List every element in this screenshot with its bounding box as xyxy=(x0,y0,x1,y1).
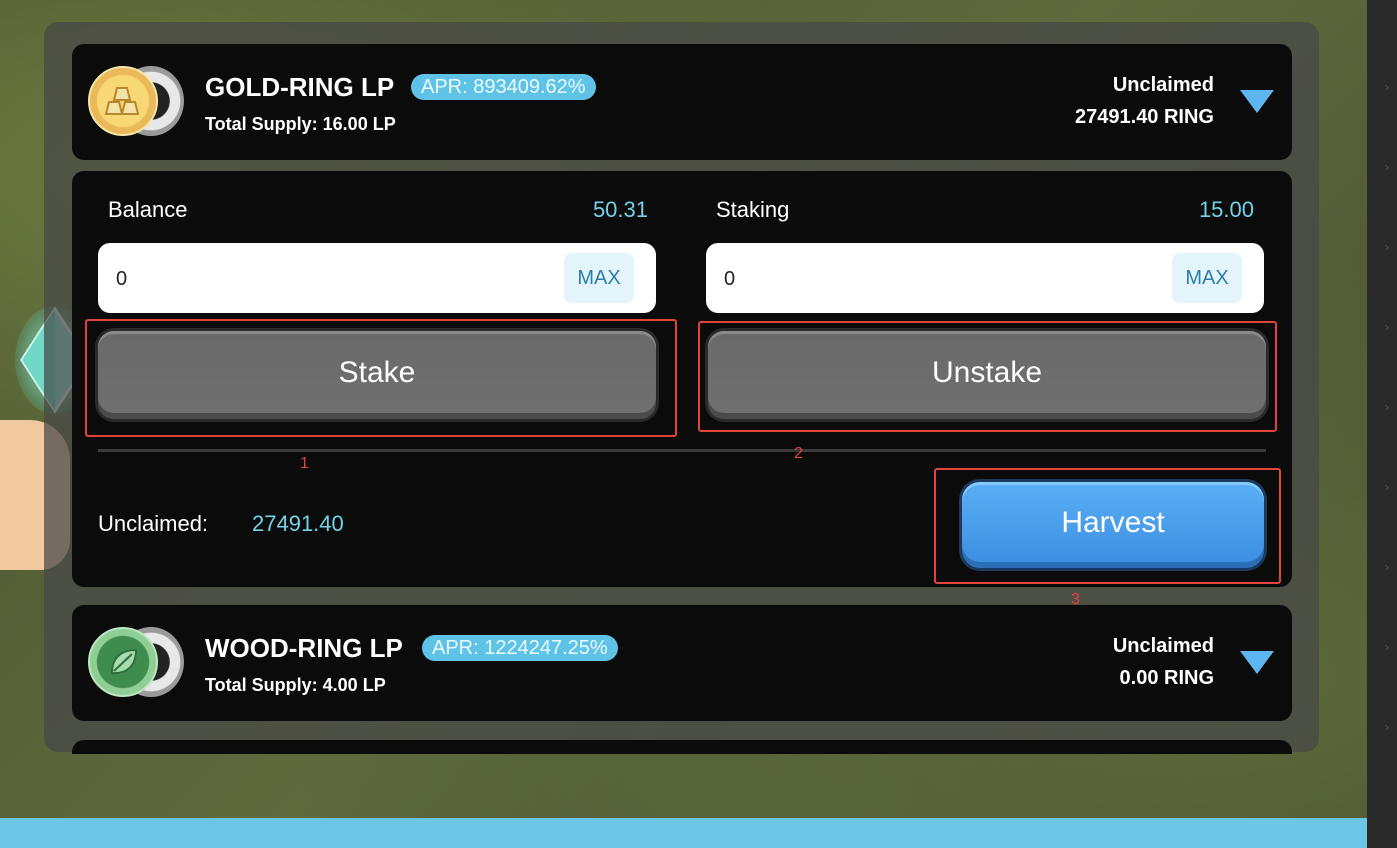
annotation-number-2: 2 xyxy=(794,445,803,462)
collapse-triangle-icon[interactable] xyxy=(1238,86,1276,116)
staking-label: Staking xyxy=(716,197,790,222)
unstake-amount-input[interactable] xyxy=(722,263,1146,295)
unclaimed-value: 0.00 RING xyxy=(1119,667,1214,689)
farm-header-gold-ring[interactable]: GOLD-RING LP APR: 893409.62% Total Suppl… xyxy=(72,44,1292,160)
total-supply: Total Supply: 4.00 LP xyxy=(205,675,386,695)
gold-bars-icon xyxy=(88,66,158,136)
expand-triangle-icon[interactable] xyxy=(1238,647,1276,677)
staking-value: 15.00 xyxy=(1198,197,1254,222)
gold-ring-lp-icon xyxy=(88,66,184,136)
farm-name: WOOD-RING LP xyxy=(205,633,403,663)
unclaimed-value: 27491.40 RING xyxy=(1075,106,1214,128)
balance-value: 50.31 xyxy=(592,197,648,222)
divider xyxy=(98,449,1266,452)
stake-max-button[interactable]: MAX xyxy=(564,253,634,303)
stake-amount-field[interactable]: MAX xyxy=(98,243,656,313)
apr-badge: APR: 893409.62% xyxy=(411,74,596,100)
stake-amount-input[interactable] xyxy=(114,263,538,295)
farm-name: GOLD-RING LP xyxy=(205,72,395,102)
bottom-bar xyxy=(0,818,1367,848)
unclaimed-label: Unclaimed: xyxy=(98,511,209,536)
annotation-box-1 xyxy=(85,319,677,437)
total-supply: Total Supply: 16.00 LP xyxy=(205,114,396,134)
next-farm-card xyxy=(72,740,1292,754)
unclaimed-label: Unclaimed xyxy=(1112,74,1214,96)
unstake-max-button[interactable]: MAX xyxy=(1172,253,1242,303)
unclaimed-amount: 27491.40 xyxy=(252,511,344,536)
leaf-icon xyxy=(88,627,158,697)
annotation-number-3: 3 xyxy=(1071,591,1080,608)
annotation-number-1: 1 xyxy=(300,455,309,472)
apr-badge: APR: 1224247.25% xyxy=(422,635,618,661)
balance-label: Balance xyxy=(108,197,188,222)
right-scroll-strip: › › › › › › › › › xyxy=(1367,0,1397,848)
farm-header-wood-ring[interactable]: WOOD-RING LP APR: 1224247.25% Total Supp… xyxy=(72,605,1292,721)
unstake-amount-field[interactable]: MAX xyxy=(706,243,1264,313)
wood-ring-lp-icon xyxy=(88,627,184,697)
annotation-box-3 xyxy=(934,468,1281,584)
unclaimed-label: Unclaimed xyxy=(1112,635,1214,657)
annotation-box-2 xyxy=(698,321,1277,432)
